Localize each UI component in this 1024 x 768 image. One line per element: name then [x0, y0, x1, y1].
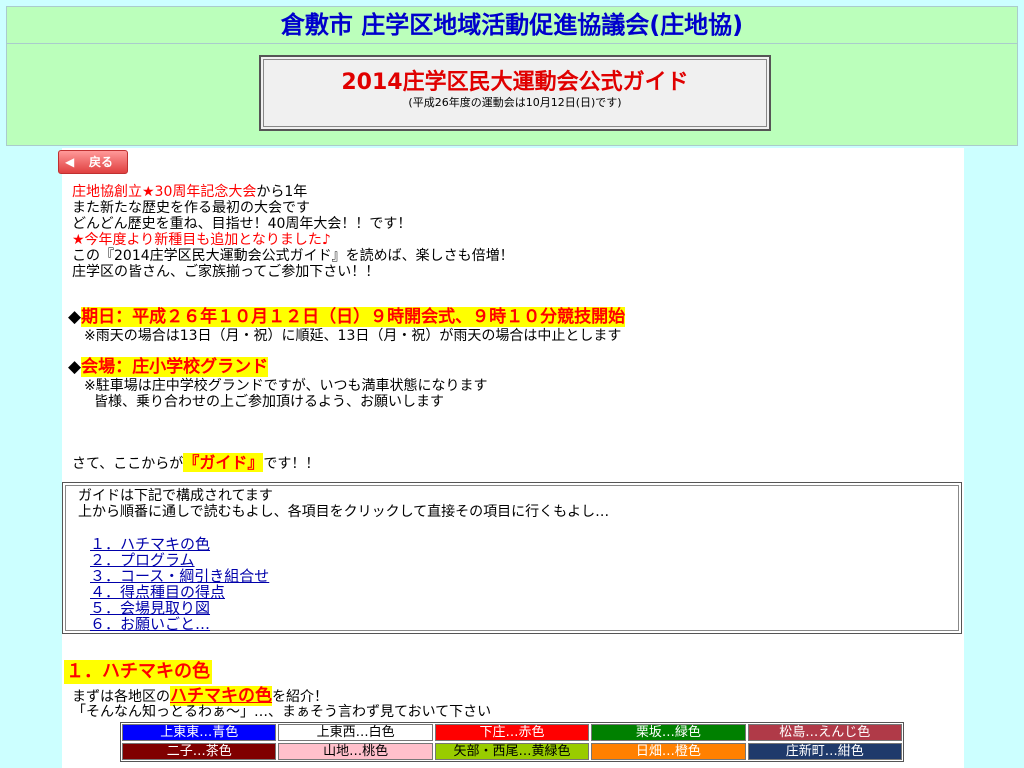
headband-colors-table: 上東東…青色 上東西…白色 下庄…赤色 栗坂…緑色 松島…えんじ色二子…茶色 山地…桃色矢… — [120, 722, 904, 762]
toc-intro-1: ガイドは下記で構成されてます — [78, 488, 273, 504]
parking-note: ※駐車場は庄中学校グランドですが、いつも満車状態になります — [84, 378, 488, 394]
intro-line-6: 庄学区の皆さん、ご家族揃ってご参加下さい！！ — [72, 264, 380, 280]
guide-title: 2014庄学区民大運動会公式ガイド — [341, 70, 689, 95]
toc-link-scoring[interactable]: ４．得点種目の得点 — [90, 584, 225, 600]
headband-color-cell: 日畑…橙色 — [591, 743, 746, 760]
venue-bullet: ◆ — [68, 357, 82, 377]
toc-inner: ガイドは下記で構成されてます 上から順番に通しで読むもよし、各項目をクリックして… — [65, 485, 959, 632]
section-1-line-1-post: を紹介！ — [272, 689, 328, 705]
headband-color-cell: 山地…桃色 — [278, 743, 433, 760]
venue-heading: 会場：庄小学校グランド — [81, 357, 269, 377]
guide-intro-line: さて、ここからが『ガイド』です！！ — [72, 452, 319, 475]
venue-heading-line: ◆会場：庄小学校グランド — [68, 356, 269, 378]
headband-color-cell: 松島…えんじ色 — [747, 724, 902, 741]
guide-intro-post: です！！ — [263, 456, 320, 472]
main-content: ◀ 戻る 庄地協創立★30周年記念大会から1年 また新たな歴史を作る最初の大会で… — [58, 148, 964, 768]
toc-link-headband-colors[interactable]: １．ハチマキの色 — [90, 536, 210, 552]
intro-line-2: また新たな歴史を作る最初の大会です — [72, 200, 310, 216]
intro-line-3: どんどん歴史を重ね、目指せ！40周年大会！！です！ — [72, 216, 412, 232]
intro-line-1: 庄地協創立★30周年記念大会から1年 — [72, 184, 307, 200]
headband-color-cell: 上東西…白色 — [278, 724, 433, 741]
table-of-contents: ガイドは下記で構成されてます 上から順番に通しで読むもよし、各項目をクリックして… — [62, 482, 962, 634]
headband-color-cell: 二子…茶色 — [122, 743, 277, 760]
page-header: 倉敷市 庄学区地域活動促進協議会(庄地協) 2014庄学区民大運動会公式ガイド … — [6, 6, 1018, 146]
rain-note: ※雨天の場合は13日（月・祝）に順延、13日（月・祝）が雨天の場合は中止とします — [84, 328, 622, 344]
guide-subtitle: (平成26年度の運動会は10月12日(日)です) — [408, 96, 622, 109]
intro-anniversary: 庄地協創立★30周年記念大会 — [72, 184, 257, 200]
toc-link-course-tug-of-war[interactable]: ３．コース・綱引き組合せ — [90, 568, 269, 584]
guide-intro-highlight: 『ガイド』 — [183, 453, 264, 472]
headband-color-cell: 矢部・西尾…黄緑色 — [434, 743, 590, 760]
toc-link-program[interactable]: ２．プログラム — [90, 552, 195, 568]
section-1-heading: １．ハチマキの色 — [64, 660, 212, 684]
back-button[interactable]: ◀ 戻る — [58, 150, 128, 174]
guide-intro-pre: さて、ここからが — [72, 456, 184, 472]
toc-link-venue-map[interactable]: ５．会場見取り図 — [90, 600, 210, 616]
section-1-headband-highlight: ハチマキの色 — [170, 686, 272, 706]
headband-color-cell: 栗坂…緑色 — [591, 724, 746, 741]
intro-line-1-rest: から1年 — [256, 184, 308, 200]
headband-color-cell: 上東東…青色 — [122, 724, 277, 741]
intro-new-events: ★今年度より新種目も追加となりました♪ — [72, 232, 331, 248]
toc-intro-2: 上から順番に通しで読むもよし、各項目をクリックして直接その項目に行くもよし… — [78, 504, 610, 520]
guide-title-box: 2014庄学区民大運動会公式ガイド (平成26年度の運動会は10月12日(日)で… — [259, 55, 771, 131]
back-arrow-icon: ◀ — [65, 155, 75, 169]
date-bullet: ◆ — [68, 307, 82, 327]
site-title: 倉敷市 庄学区地域活動促進協議会(庄地協) — [7, 7, 1017, 44]
section-1-line-1-pre: まずは各地区の — [72, 689, 170, 705]
section-1-line-2: 「そんなん知っとるわぁ～」…、まぁそう言わず見ておいて下さい — [72, 704, 492, 720]
back-label: 戻る — [89, 155, 114, 169]
date-heading: 期日：平成２６年１０月１２日（日）９時開会式、９時１０分競技開始 — [81, 307, 626, 327]
toc-link-requests[interactable]: ６．お願いごと… — [90, 616, 210, 632]
date-heading-line: ◆期日：平成２６年１０月１２日（日）９時開会式、９時１０分競技開始 — [68, 306, 626, 328]
guide-title-inner: 2014庄学区民大運動会公式ガイド (平成26年度の運動会は10月12日(日)で… — [263, 59, 767, 127]
intro-line-5: この『2014庄学区民大運動会公式ガイド』を読めば、楽しさも倍増！ — [72, 248, 514, 264]
headband-color-cell: 下庄…赤色 — [434, 724, 590, 741]
carpool-note: 皆様、乗り合わせの上ご参加頂けるよう、お願いします — [94, 394, 444, 410]
headband-color-cell: 庄新町…紺色 — [747, 743, 902, 760]
